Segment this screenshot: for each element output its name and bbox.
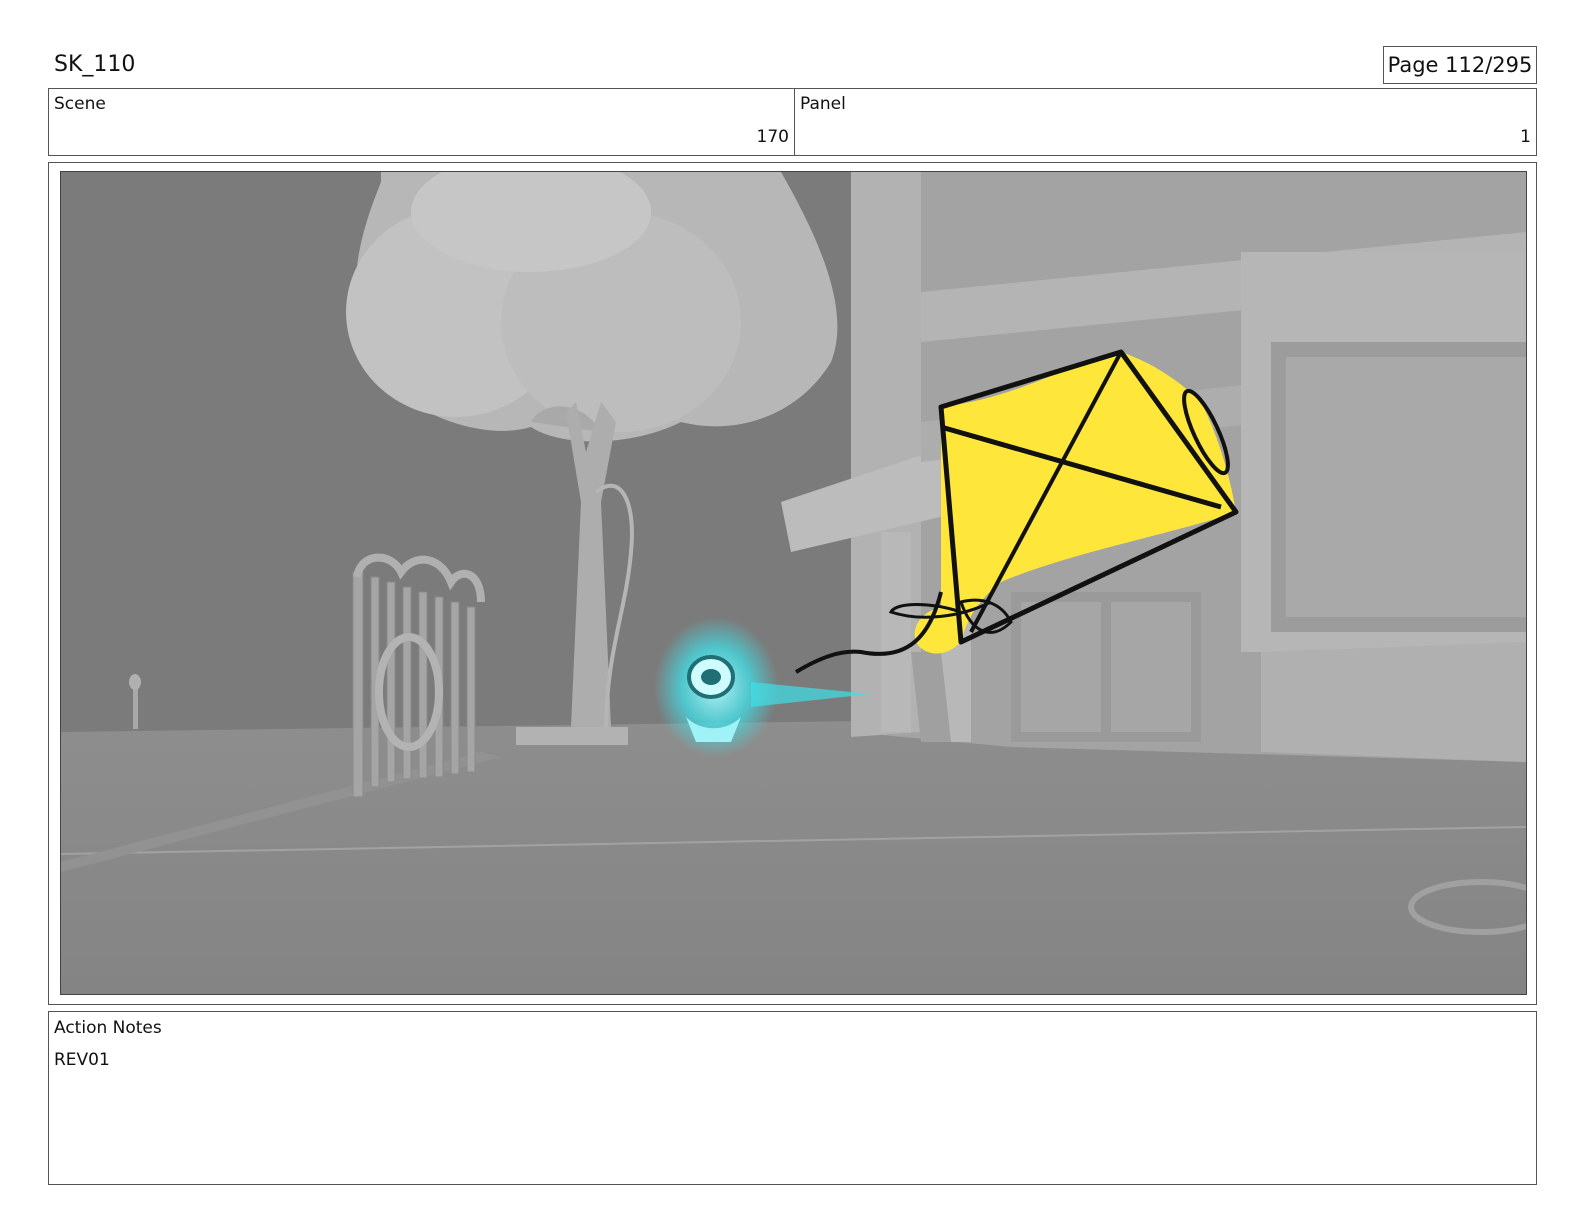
page-counter: Page 112/295 <box>1383 46 1537 84</box>
panel-label: Panel <box>800 94 846 114</box>
storyboard-scene-illustration <box>61 172 1526 994</box>
panel-cell: Panel 1 <box>795 89 1536 155</box>
scene-cell: Scene 170 <box>49 89 795 155</box>
panel-number: 1 <box>1520 127 1531 147</box>
scene-label: Scene <box>54 94 106 114</box>
scene-number: 170 <box>756 127 789 147</box>
action-notes-box: Action Notes REV01 <box>48 1011 1537 1185</box>
tree-canopy <box>346 172 838 442</box>
storyboard-frame-image <box>60 171 1527 995</box>
action-notes-label: Action Notes <box>54 1018 162 1038</box>
document-title: SK_110 <box>54 52 136 77</box>
action-notes-text: REV01 <box>54 1050 110 1070</box>
scene-panel-row: Scene 170 Panel 1 <box>48 88 1537 156</box>
